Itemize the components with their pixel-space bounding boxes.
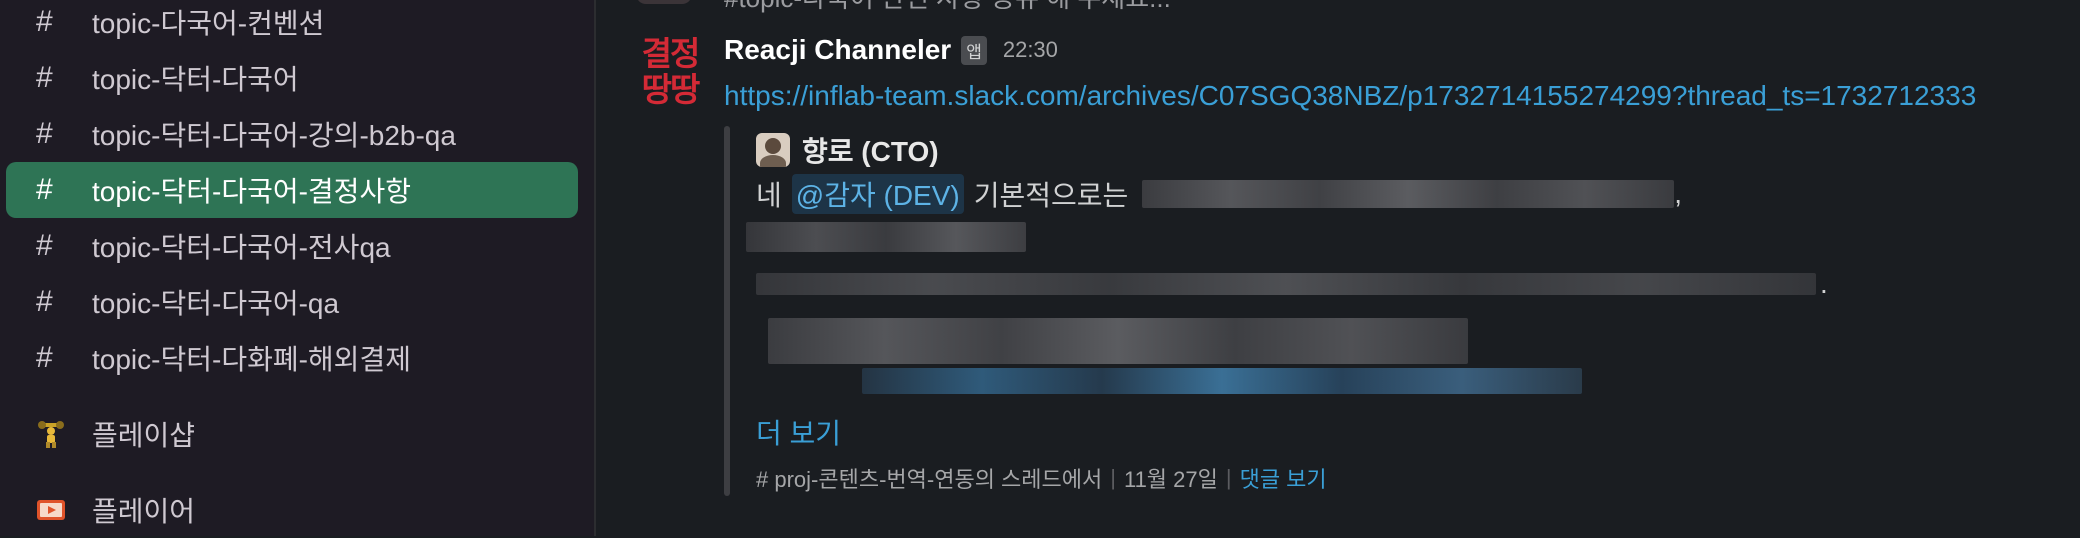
hash-icon: # [36,173,53,206]
message-link[interactable]: https://inflab-team.slack.com/archives/C… [724,80,1976,112]
app-label: 플레이어 [92,496,196,527]
avatar-text-top: 결정 [641,34,701,73]
app-badge: 앱 [961,35,987,65]
sidebar-channel-topic-doctor-multilang-qa[interactable]: # topic-닥터-다국어-qa [6,274,578,330]
quoted-footer: # proj-콘텐츠-번역-연동의 스레드에서 | 11월 27일 | 댓글 보… [756,462,1327,494]
quoted-line-1: 네 @감자 (DEV) 기본적으로는 , [756,174,1682,214]
channel-label: topic-닥터-다화폐-해외결제 [92,344,411,375]
hash-icon: # [36,285,53,318]
message-timestamp[interactable]: 22:30 [1003,37,1058,63]
quoted-text-comma: , [1674,178,1683,209]
message-header: Reacji Channeler 앱 22:30 [724,34,1058,66]
sidebar-app-player[interactable]: 플레이어 [6,482,578,538]
sidebar-channel-topic-doctor-multicurrency-payment[interactable]: # topic-닥터-다화폐-해외결제 [6,330,578,386]
hash-icon: # [36,61,53,94]
hash-icon: # [36,229,53,262]
previous-message-avatar [636,0,692,4]
quoted-text: 기본적으로는 [973,180,1129,211]
channel-label: topic-닥터-다국어-qa [92,288,340,319]
view-replies-link[interactable]: 댓글 보기 [1240,462,1327,494]
hash-icon: # [36,5,53,38]
quoted-text-period: . [1820,268,1828,299]
sidebar-channel-topic-doctor-multilang-decisions[interactable]: # topic-닥터-다국어-결정사항 [6,162,578,218]
sidebar-app-playshop[interactable]: 플레이샵 [6,406,578,462]
app-label: 플레이샵 [92,420,196,451]
channel-label: topic-다국어-컨벤션 [92,8,325,39]
quoted-line-3: . [756,268,1828,300]
sidebar-channel-topic-doctor-multilang[interactable]: # topic-닥터-다국어 [6,50,578,106]
sidebar-channel-topic-multilang-convention[interactable]: # topic-다국어-컨벤션 [6,0,578,50]
separator: | [1225,465,1232,490]
redacted-text [756,273,1816,295]
thread-source[interactable]: # proj-콘텐츠-번역-연동의 스레드에서 [756,462,1102,494]
message-pane: #topic-다국어 관련 사항 공유 해 주세요... 결정 땅땅 Reacj… [596,0,2080,536]
user-mention[interactable]: @감자 (DEV) [791,174,964,214]
previous-message-text: #topic-다국어 관련 사항 공유 해 주세요... [724,0,1171,15]
channel-label: topic-닥터-다국어-강의-b2b-qa [92,120,456,151]
channel-label: topic-닥터-다국어-전사qa [92,232,391,263]
sidebar-channel-topic-doctor-multilang-lecture-b2b-qa[interactable]: # topic-닥터-다국어-강의-b2b-qa [6,106,578,162]
reacji-avatar[interactable]: 결정 땅땅 [634,36,706,108]
redacted-link [862,368,1582,394]
sidebar-channel-topic-doctor-multilang-company-qa[interactable]: # topic-닥터-다국어-전사qa [6,218,578,274]
channel-label: topic-닥터-다국어 [92,64,299,95]
message-author[interactable]: Reacji Channeler [724,34,951,66]
quote-bar [724,126,730,496]
separator: | [1110,465,1116,490]
quoted-author[interactable]: 향로 (CTO) [802,130,939,170]
weightlifter-icon [36,419,66,449]
film-projector-icon [36,495,66,525]
avatar-text-bottom: 땅땅 [641,70,701,109]
hash-icon: # [36,341,53,374]
sidebar: # topic-다국어-컨벤션 # topic-닥터-다국어 # topic-닥… [0,0,594,536]
quoted-author-avatar[interactable] [756,133,790,167]
thread-date[interactable]: 11월 27일 [1124,462,1218,494]
channel-label: topic-닥터-다국어-결정사항 [92,176,411,207]
redacted-text [1142,180,1675,208]
quoted-header: 향로 (CTO) [756,130,939,170]
quoted-text-prefix: 네 [756,180,782,211]
redacted-text [768,318,1468,364]
redacted-text [746,222,1026,252]
show-more-button[interactable]: 더 보기 [756,412,841,452]
hash-icon: # [36,117,53,150]
